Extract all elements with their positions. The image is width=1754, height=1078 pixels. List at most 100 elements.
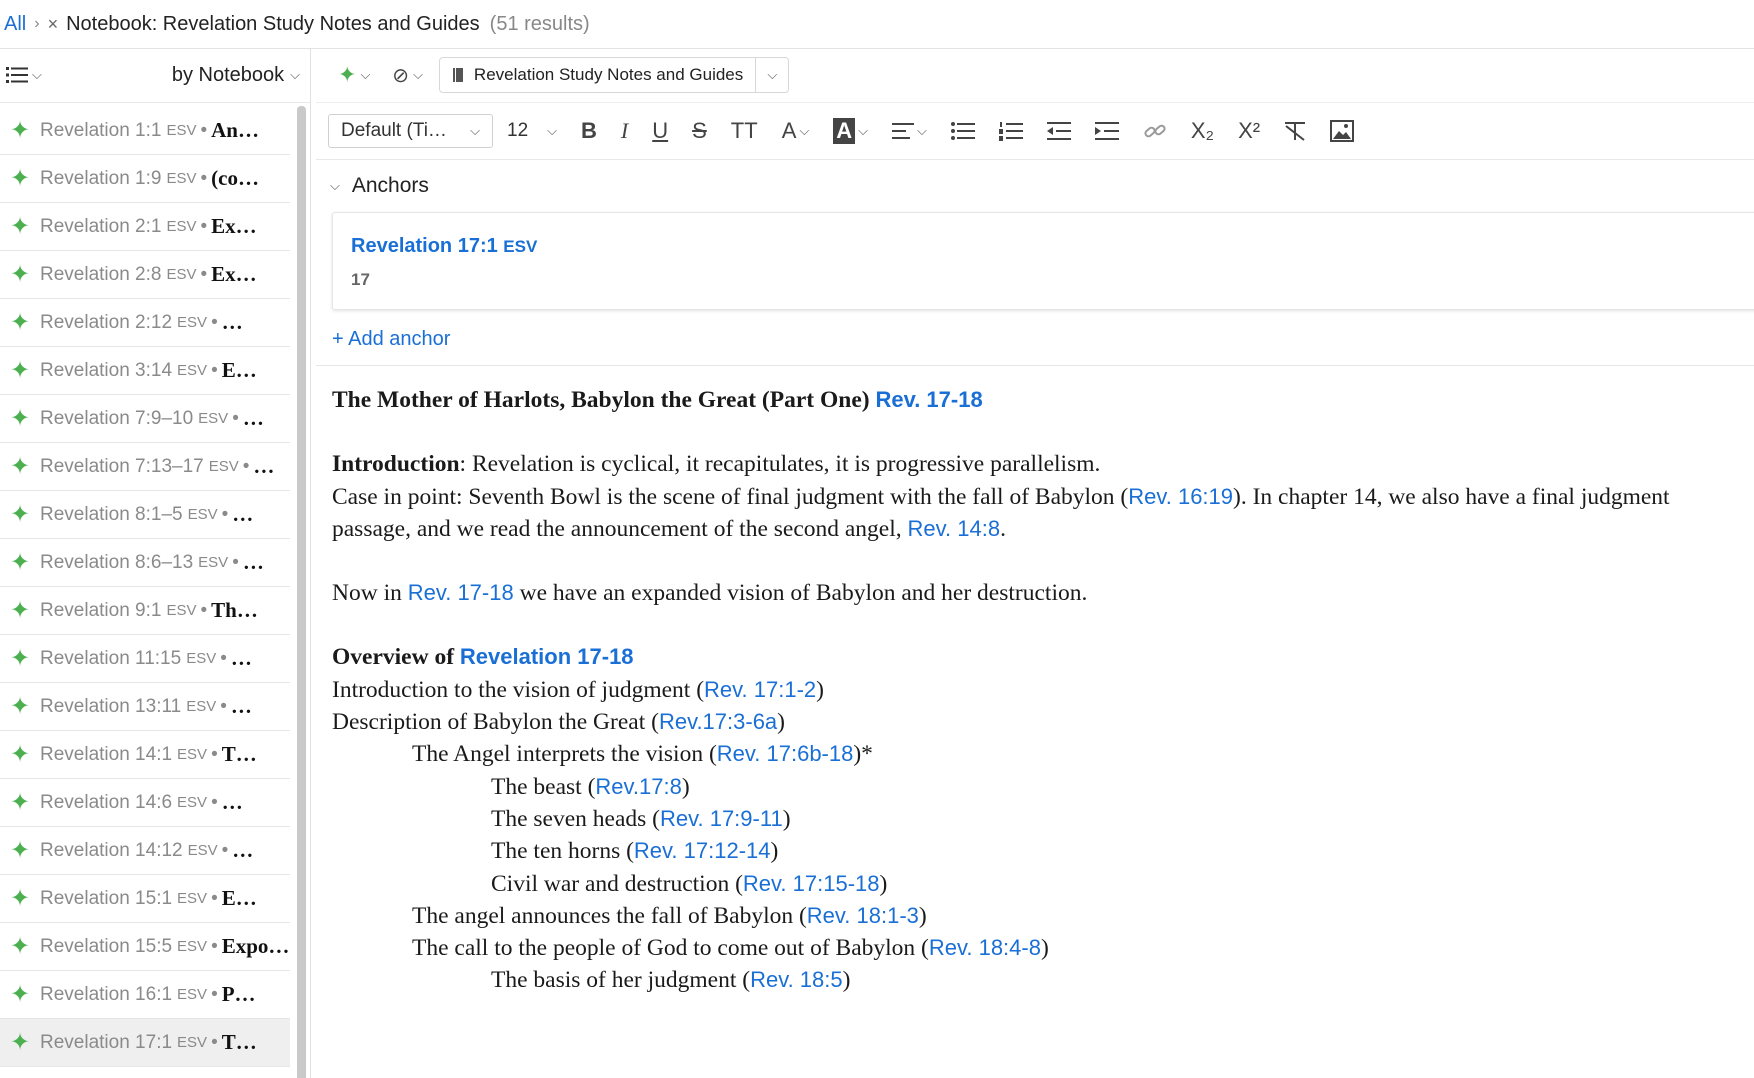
scripture-link[interactable]: Rev.17:3-6a xyxy=(659,709,777,734)
font-family-select[interactable]: Default (Ti… ⌵ xyxy=(328,114,493,148)
scripture-link[interactable]: Rev. 17:12-14 xyxy=(634,838,771,863)
font-size-select[interactable]: 12 ⌵ xyxy=(507,120,557,142)
result-count: (51 results) xyxy=(489,12,590,35)
list-item[interactable]: ✦ Revelation 2:12 ESV •… xyxy=(0,299,290,347)
breadcrumb-all-link[interactable]: All xyxy=(4,13,26,36)
scripture-link[interactable]: Rev. 16:19 xyxy=(1128,484,1233,509)
item-snippet: E… xyxy=(221,886,257,910)
anchor-card[interactable]: Revelation 17:1 ESV 17 xyxy=(332,212,1754,310)
list-item[interactable]: ✦ Revelation 17:1 ESV • T… xyxy=(0,1019,290,1067)
separator-dot: • xyxy=(211,983,218,1005)
clear-style-button[interactable]: ⊘ ⌵ xyxy=(392,63,423,88)
sparkle-plus-icon: ✦ xyxy=(9,405,31,432)
chevron-down-icon[interactable]: ⌵ xyxy=(756,67,788,83)
list-item[interactable]: ✦ Revelation 8:6–13 ESV •… xyxy=(0,539,290,587)
text-size-button[interactable]: TT xyxy=(731,118,758,144)
subscript-button[interactable]: X₂ xyxy=(1191,118,1214,144)
list-item[interactable]: ✦ Revelation 7:13–17 ESV •… xyxy=(0,443,290,491)
now-paragraph: Now in Rev. 17-18 we have an expanded vi… xyxy=(332,577,1738,609)
scripture-link[interactable]: Rev. 17-18 xyxy=(408,580,514,605)
bullet-list-button[interactable] xyxy=(950,121,975,141)
item-reference: Revelation 2:1 xyxy=(40,215,162,237)
strikethrough-button[interactable]: S xyxy=(692,118,707,144)
sparkle-plus-icon: ✦ xyxy=(9,1029,31,1056)
list-item[interactable]: ✦ Revelation 1:1 ESV • An… xyxy=(0,107,290,155)
item-version: ESV xyxy=(177,890,208,907)
item-snippet: Ex… xyxy=(211,214,257,238)
italic-button[interactable]: I xyxy=(621,118,628,144)
add-anchor-link[interactable]: + Add anchor xyxy=(332,328,1754,351)
list-item[interactable]: ✦ Revelation 8:1–5 ESV •… xyxy=(0,491,290,539)
scripture-link[interactable]: Rev. 18:5 xyxy=(750,967,843,992)
list-item[interactable]: ✦ Revelation 15:5 ESV • Expo… xyxy=(0,923,290,971)
scripture-link[interactable]: Rev. 17:6b-18 xyxy=(717,741,854,766)
insert-image-button[interactable] xyxy=(1330,120,1355,142)
list-item[interactable]: ✦ Revelation 1:9 ESV • (co… xyxy=(0,155,290,203)
anchors-toggle[interactable]: ⌵ Anchors xyxy=(330,174,1754,198)
underline-button[interactable]: U xyxy=(652,118,668,144)
sidebar-scrollbar[interactable] xyxy=(297,106,306,1078)
superscript-button[interactable]: X² xyxy=(1238,118,1260,144)
scripture-link[interactable]: Rev. 14:8 xyxy=(908,516,1001,541)
add-note-button[interactable]: ✦ ⌵ xyxy=(338,62,370,88)
list-item[interactable]: ✦RevelationESV xyxy=(0,1067,290,1078)
scripture-link[interactable]: Revelation 17-18 xyxy=(460,644,634,669)
outline-item: Civil war and destruction (Rev. 17:15-18… xyxy=(332,868,1738,900)
notebook-selector[interactable]: Revelation Study Notes and Guides ⌵ xyxy=(438,57,790,93)
outline-end: ) xyxy=(879,870,888,897)
list-item[interactable]: ✦ Revelation 2:1 ESV • Ex… xyxy=(0,203,290,251)
font-color-button[interactable]: A ⌵ xyxy=(782,118,810,144)
list-item[interactable]: ✦ Revelation 15:1 ESV • E… xyxy=(0,875,290,923)
list-item[interactable]: ✦ Revelation 14:12 ESV •… xyxy=(0,827,290,875)
view-options-button[interactable]: ⌵ xyxy=(6,65,42,85)
list-item[interactable]: ✦ Revelation 14:1 ESV • T… xyxy=(0,731,290,779)
clear-formatting-button[interactable] xyxy=(1284,121,1306,141)
scripture-link[interactable]: Rev. 17:9-11 xyxy=(660,806,783,831)
item-version: ESV xyxy=(187,506,218,523)
bold-button[interactable]: B xyxy=(581,118,597,144)
item-version: ESV xyxy=(186,698,217,715)
chevron-down-icon: ⌵ xyxy=(799,123,810,138)
outline-end: ) xyxy=(782,805,791,832)
scripture-link[interactable]: Rev. 17:15-18 xyxy=(743,871,880,896)
indent-button[interactable] xyxy=(1094,121,1119,141)
item-snippet: … xyxy=(242,550,264,574)
scripture-link[interactable]: Rev. 17-18 xyxy=(875,387,982,412)
list-item[interactable]: ✦ Revelation 9:1 ESV • Th… xyxy=(0,587,290,635)
anchor-ref-text: Revelation 17:1 xyxy=(351,235,498,257)
list-item[interactable]: ✦ Revelation 2:8 ESV • Ex… xyxy=(0,251,290,299)
list-item[interactable]: ✦ Revelation 16:1 ESV • P… xyxy=(0,971,290,1019)
highlight-button[interactable]: A ⌵ xyxy=(833,118,868,144)
sparkle-plus-icon: ✦ xyxy=(9,789,31,816)
breadcrumb: All › × Notebook: Revelation Study Notes… xyxy=(0,0,1754,49)
outdent-button[interactable] xyxy=(1046,121,1071,141)
list-item[interactable]: ✦ Revelation 7:9–10 ESV •… xyxy=(0,395,290,443)
list-item[interactable]: ✦ Revelation 14:6 ESV •… xyxy=(0,779,290,827)
scripture-link[interactable]: Rev. 18:1-3 xyxy=(807,903,919,928)
item-version: ESV xyxy=(166,218,197,235)
item-version: ESV xyxy=(166,602,197,619)
scripture-link[interactable]: Rev. 17:1-2 xyxy=(704,677,816,702)
list-item[interactable]: ✦ Revelation 13:11 ESV •… xyxy=(0,683,290,731)
item-reference: Revelation 13:11 xyxy=(40,695,182,717)
outline-end: ) xyxy=(770,838,779,865)
close-icon[interactable]: × xyxy=(48,14,59,35)
overview-label: Overview of xyxy=(332,644,460,671)
anchors-heading: Anchors xyxy=(351,174,429,197)
sort-dropdown[interactable]: by Notebook ⌵ xyxy=(172,64,300,87)
sparkle-plus-icon: ✦ xyxy=(9,261,31,288)
item-reference: Revelation 3:14 xyxy=(40,359,173,381)
anchor-verse-number: 17 xyxy=(351,270,370,289)
scripture-link[interactable]: Rev.17:8 xyxy=(595,774,681,799)
scripture-link[interactable]: Rev. 18:4-8 xyxy=(929,935,1041,960)
sparkle-plus-icon: ✦ xyxy=(9,357,31,384)
list-item[interactable]: ✦ Revelation 3:14 ESV • E… xyxy=(0,347,290,395)
list-item[interactable]: ✦ Revelation 11:15 ESV •… xyxy=(0,635,290,683)
note-body[interactable]: The Mother of Harlots, Babylon the Great… xyxy=(316,366,1754,997)
numbered-list-button[interactable] xyxy=(998,121,1023,141)
align-button[interactable]: ⌵ xyxy=(891,122,927,140)
now-text-b: we have an expanded vision of Babylon an… xyxy=(513,580,1088,607)
anchor-reference[interactable]: Revelation 17:1 ESV xyxy=(351,235,1753,258)
sparkle-plus-icon: ✦ xyxy=(9,981,31,1008)
link-button[interactable] xyxy=(1143,120,1167,142)
